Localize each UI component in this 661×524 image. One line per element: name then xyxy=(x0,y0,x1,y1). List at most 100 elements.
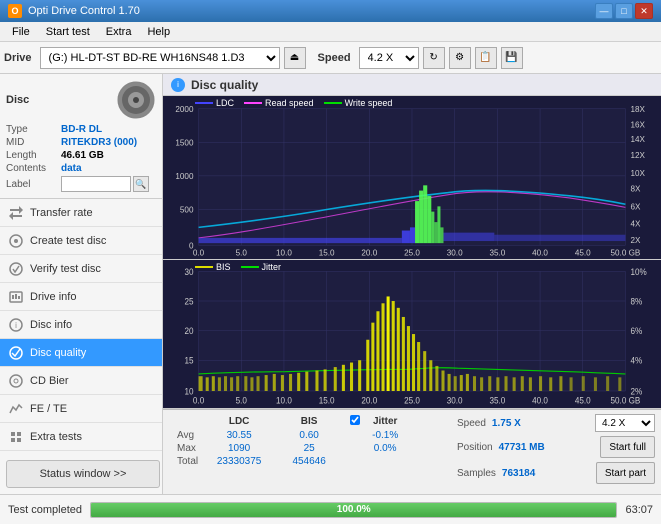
empty-cell xyxy=(171,414,204,429)
speed-row: Speed 1.75 X 4.2 X xyxy=(457,414,655,432)
start-full-button[interactable]: Start full xyxy=(600,436,655,458)
start-part-button[interactable]: Start part xyxy=(596,462,655,484)
ldc-legend-label: LDC xyxy=(216,98,234,108)
sidebar-item-transfer-rate[interactable]: Transfer rate xyxy=(0,199,162,227)
menu-start-test[interactable]: Start test xyxy=(38,24,98,40)
stats-max-row: Max 1090 25 0.0% xyxy=(171,442,404,455)
drive-info-icon xyxy=(8,289,24,305)
bis-legend-item: BIS xyxy=(195,262,231,272)
disc-type-row: Type BD-R DL xyxy=(6,124,156,135)
svg-text:15.0: 15.0 xyxy=(319,395,335,406)
jitter-header: Jitter xyxy=(366,414,404,429)
total-ldc: 23330375 xyxy=(204,455,274,468)
svg-text:10.0: 10.0 xyxy=(276,395,292,406)
app-icon: O xyxy=(8,4,22,18)
label-search-button[interactable]: 🔍 xyxy=(133,176,149,192)
bottom-chart-svg: 30 25 20 15 10 10% 8% 6% 4% 2% 0.0 xyxy=(163,260,661,408)
menu-help[interactable]: Help xyxy=(139,24,178,40)
checkbox-cell xyxy=(344,414,366,429)
write-speed-legend-item: Write speed xyxy=(324,98,393,108)
sidebar-item-fe-te[interactable]: FE / TE xyxy=(0,395,162,423)
svg-text:40.0: 40.0 xyxy=(532,395,548,406)
svg-text:10%: 10% xyxy=(631,266,648,277)
verify-test-disc-icon xyxy=(8,261,24,277)
avg-label: Avg xyxy=(171,429,204,442)
mid-value: RITEKDR3 (000) xyxy=(61,137,137,148)
disc-info-label: Disc info xyxy=(30,319,72,331)
drive-select[interactable]: (G:) HL-DT-ST BD-RE WH16NS48 1.D3 xyxy=(40,47,280,69)
svg-text:15: 15 xyxy=(184,355,193,366)
drive-label: Drive xyxy=(4,52,32,64)
extra-tests-icon xyxy=(8,429,24,445)
window-controls: — □ ✕ xyxy=(595,3,653,19)
speed-select[interactable]: 4.2 X xyxy=(359,47,419,69)
speed-stat-select[interactable]: 4.2 X xyxy=(595,414,655,432)
svg-text:45.0: 45.0 xyxy=(575,249,591,258)
svg-text:30.0: 30.0 xyxy=(447,395,463,406)
contents-value: data xyxy=(61,163,82,174)
transfer-rate-label: Transfer rate xyxy=(30,207,93,219)
menu-file[interactable]: File xyxy=(4,24,38,40)
refresh-button[interactable]: ↻ xyxy=(423,47,445,69)
label-input[interactable] xyxy=(61,176,131,192)
ldc-legend-item: LDC xyxy=(195,98,234,108)
title-bar: O Opti Drive Control 1.70 — □ ✕ xyxy=(0,0,661,22)
sidebar-item-extra-tests[interactable]: Extra tests xyxy=(0,423,162,451)
write-speed-legend-color xyxy=(324,102,342,104)
sidebar-item-drive-info[interactable]: Drive info xyxy=(0,283,162,311)
create-test-disc-label: Create test disc xyxy=(30,235,106,247)
sidebar-item-create-test-disc[interactable]: Create test disc xyxy=(0,227,162,255)
svg-text:2X: 2X xyxy=(631,236,641,245)
maximize-button[interactable]: □ xyxy=(615,3,633,19)
total-bis: 454646 xyxy=(274,455,344,468)
disc-mid-row: MID RITEKDR3 (000) xyxy=(6,137,156,148)
stats-header-row: LDC BIS Jitter xyxy=(171,414,404,429)
fe-te-icon xyxy=(8,401,24,417)
cd-bier-icon xyxy=(8,373,24,389)
svg-text:1500: 1500 xyxy=(175,138,193,147)
time-text: 63:07 xyxy=(625,504,653,516)
svg-text:0.0: 0.0 xyxy=(193,249,205,258)
svg-text:8%: 8% xyxy=(631,296,643,307)
sidebar-item-disc-info[interactable]: i Disc info xyxy=(0,311,162,339)
sidebar-item-verify-test-disc[interactable]: Verify test disc xyxy=(0,255,162,283)
svg-text:25.0: 25.0 xyxy=(404,395,420,406)
status-btn-container: Status window >> xyxy=(0,454,162,494)
type-value: BD-R DL xyxy=(61,124,102,135)
menu-extra[interactable]: Extra xyxy=(98,24,140,40)
copy-button[interactable]: 📋 xyxy=(475,47,497,69)
avg-bis: 0.60 xyxy=(274,429,344,442)
svg-text:50.0 GB: 50.0 GB xyxy=(611,395,641,406)
svg-text:14X: 14X xyxy=(631,135,646,144)
svg-text:25: 25 xyxy=(184,296,193,307)
disc-quality-label: Disc quality xyxy=(30,347,86,359)
svg-text:12X: 12X xyxy=(631,151,646,160)
close-button[interactable]: ✕ xyxy=(635,3,653,19)
speed-label: Speed xyxy=(318,52,351,64)
svg-text:2000: 2000 xyxy=(175,105,193,114)
jitter-legend-item: Jitter xyxy=(241,262,282,272)
jitter-checkbox[interactable] xyxy=(350,415,360,425)
svg-text:35.0: 35.0 xyxy=(489,249,505,258)
sidebar-item-cd-bier[interactable]: CD Bier xyxy=(0,367,162,395)
svg-text:50.0 GB: 50.0 GB xyxy=(611,249,641,258)
progress-bar: 100.0% xyxy=(91,503,616,517)
svg-text:40.0: 40.0 xyxy=(532,249,548,258)
svg-text:30: 30 xyxy=(184,266,193,277)
minimize-button[interactable]: — xyxy=(595,3,613,19)
sidebar-item-disc-quality[interactable]: Disc quality xyxy=(0,339,162,367)
disc-contents-row: Contents data xyxy=(6,163,156,174)
save-button[interactable]: 💾 xyxy=(501,47,523,69)
contents-label: Contents xyxy=(6,163,61,174)
status-window-button[interactable]: Status window >> xyxy=(6,460,160,488)
stats-total-row: Total 23330375 454646 xyxy=(171,455,404,468)
title-bar-left: O Opti Drive Control 1.70 xyxy=(8,4,140,18)
fe-te-label: FE / TE xyxy=(30,403,67,415)
max-label: Max xyxy=(171,442,204,455)
bottom-status-bar: Test completed 100.0% 63:07 xyxy=(0,494,661,524)
disc-panel-title: Disc xyxy=(6,94,29,106)
settings-button[interactable]: ⚙ xyxy=(449,47,471,69)
label-label: Label xyxy=(6,179,61,190)
total-label: Total xyxy=(171,455,204,468)
eject-button[interactable]: ⏏ xyxy=(284,47,306,69)
